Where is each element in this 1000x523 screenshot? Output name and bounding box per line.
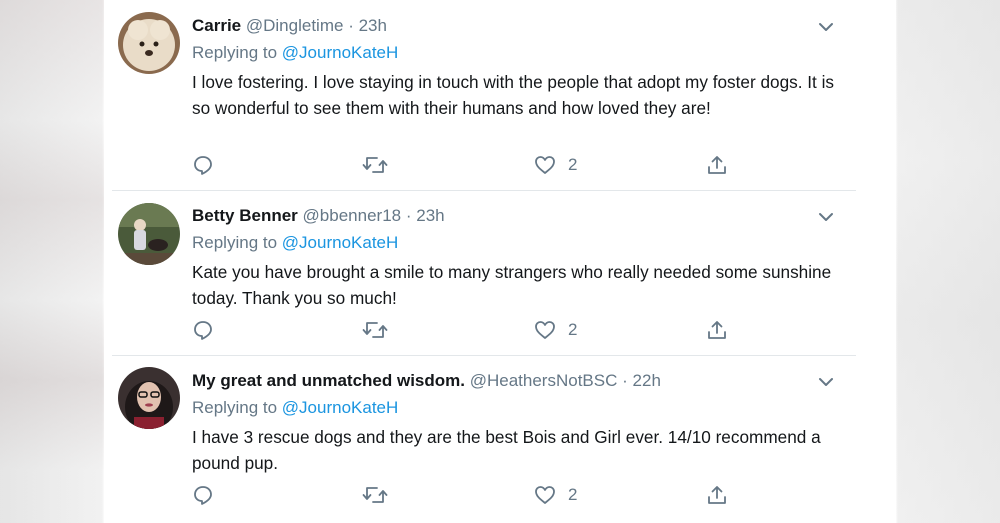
tweet-3[interactable]: My great and unmatched wisdom. @Heathers… xyxy=(104,355,896,523)
heart-icon xyxy=(534,484,556,506)
mention-link[interactable]: @JournoKateH xyxy=(282,398,399,417)
mention-link[interactable]: @JournoKateH xyxy=(282,233,399,252)
reply-icon xyxy=(192,484,214,506)
timestamp[interactable]: 23h xyxy=(416,206,444,225)
replying-prefix: Replying to xyxy=(192,43,278,62)
share-button[interactable] xyxy=(706,317,728,343)
reply-feed: Carrie @Dingletime · 23h Replying to @Jo… xyxy=(104,0,896,523)
chevron-down-icon[interactable] xyxy=(818,375,834,387)
tweet-1[interactable]: Carrie @Dingletime · 23h Replying to @Jo… xyxy=(104,0,896,190)
tweet-header: Betty Benner @bbenner18 · 23h xyxy=(192,206,445,226)
heart-icon xyxy=(534,154,556,176)
like-count: 2 xyxy=(568,320,578,339)
like-count: 2 xyxy=(568,485,578,504)
separator: · xyxy=(405,206,412,225)
mention-link[interactable]: @JournoKateH xyxy=(282,43,399,62)
avatar[interactable] xyxy=(118,367,180,429)
replying-to: Replying to @JournoKateH xyxy=(192,43,398,63)
tweet-text: I love fostering. I love staying in touc… xyxy=(192,72,835,118)
background-blur-right xyxy=(896,0,1000,523)
user-handle[interactable]: @Dingletime xyxy=(246,16,344,35)
reply-icon xyxy=(192,319,214,341)
avatar[interactable] xyxy=(118,12,180,74)
background-blur-left xyxy=(0,0,104,523)
tweet-header: Carrie @Dingletime · 23h xyxy=(192,16,387,36)
timestamp[interactable]: 22h xyxy=(633,371,661,390)
share-icon xyxy=(706,154,728,176)
like-button[interactable]: 2 xyxy=(534,482,577,508)
retweet-icon xyxy=(362,484,388,506)
tweet-header: My great and unmatched wisdom. @Heathers… xyxy=(192,371,661,391)
display-name[interactable]: Betty Benner xyxy=(192,206,298,225)
tweet-text: I have 3 rescue dogs and they are the be… xyxy=(192,427,821,473)
share-icon xyxy=(706,484,728,506)
tweet-text: Kate you have brought a smile to many st… xyxy=(192,262,832,308)
reply-button[interactable] xyxy=(192,482,214,508)
replying-prefix: Replying to xyxy=(192,398,278,417)
retweet-button[interactable] xyxy=(362,482,388,508)
reply-button[interactable] xyxy=(192,152,214,178)
like-count: 2 xyxy=(568,155,578,174)
display-name[interactable]: Carrie xyxy=(192,16,241,35)
separator: · xyxy=(348,16,354,35)
share-button[interactable] xyxy=(706,482,728,508)
reply-button[interactable] xyxy=(192,317,214,343)
user-handle[interactable]: @HeathersNotBSC xyxy=(470,371,618,390)
retweet-button[interactable] xyxy=(362,317,388,343)
share-icon xyxy=(706,319,728,341)
chevron-down-icon[interactable] xyxy=(818,20,834,32)
retweet-icon xyxy=(362,319,388,341)
share-button[interactable] xyxy=(706,152,728,178)
replying-to: Replying to @JournoKateH xyxy=(192,233,398,253)
like-button[interactable]: 2 xyxy=(534,152,577,178)
chevron-down-icon[interactable] xyxy=(818,210,834,222)
reply-icon xyxy=(192,154,214,176)
replying-prefix: Replying to xyxy=(192,233,278,252)
user-handle[interactable]: @bbenner18 xyxy=(303,206,402,225)
separator: · xyxy=(622,371,628,390)
avatar[interactable] xyxy=(118,203,180,265)
heart-icon xyxy=(534,319,556,341)
display-name[interactable]: My great and unmatched wisdom. xyxy=(192,371,465,390)
timestamp[interactable]: 23h xyxy=(359,16,387,35)
like-button[interactable]: 2 xyxy=(534,317,577,343)
retweet-button[interactable] xyxy=(362,152,388,178)
replying-to: Replying to @JournoKateH xyxy=(192,398,398,418)
tweet-2[interactable]: Betty Benner @bbenner18 · 23h Replying t… xyxy=(104,190,896,355)
retweet-icon xyxy=(362,154,388,176)
